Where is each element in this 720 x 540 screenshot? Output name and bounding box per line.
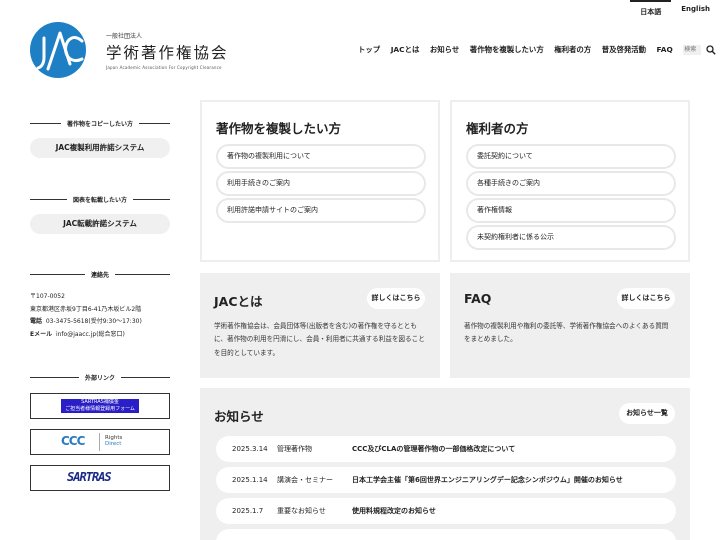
ccc-logo: CCC (61, 434, 85, 448)
jac-reprint-system-button[interactable]: JAC転載許諾システム (30, 214, 170, 234)
lang-ja-link[interactable]: 日本語 (630, 0, 672, 18)
rights-holders-title[interactable]: 権利者の方 (466, 118, 529, 137)
site-logo[interactable]: 一般社団法人 学術著作権協会 Japan Academic Associatio… (30, 22, 229, 78)
banner-divider (99, 433, 100, 451)
copy-users-title[interactable]: 著作物を複製したい方 (216, 118, 341, 137)
news-date: 2025.1.14 (232, 476, 268, 484)
sartras-logo: SARTRAS (67, 470, 112, 484)
sidebar-heading-links: 外部リンク (30, 373, 170, 382)
sidebar-heading-contact: 連絡先 (30, 270, 170, 279)
sidebar-copy-section: 著作物をコピーしたい方 JAC複製利用許諾システム (30, 119, 170, 158)
sidebar-links-section: 外部リンク (30, 373, 170, 382)
copy-link-application-site[interactable]: 利用許諾申請サイトのご案内 (218, 200, 424, 221)
rights-link-procedures[interactable]: 各種手続きのご案内 (468, 173, 674, 194)
news-date: 2025.3.14 (232, 445, 268, 453)
global-nav: トップ JACとは お知らせ 著作物を複製したい方 権利者の方 普及啓発活動 F… (358, 44, 716, 55)
rights-holders-links: 委託契約について 各種手続きのご案内 著作権情報 未契約権利者に係る公示 (468, 146, 674, 248)
jac-logo-icon (30, 22, 86, 78)
logo-english-name: Japan Academic Association For Copyright… (106, 64, 222, 70)
sidebar-heading-copy: 著作物をコピーしたい方 (30, 119, 170, 128)
contact-address: 東京都港区赤坂9丁目6-41乃木坂ビル2階 (30, 305, 142, 313)
nav-item-rights-holders[interactable]: 権利者の方 (554, 44, 591, 55)
rights-link-copyright-info[interactable]: 著作権情報 (468, 200, 674, 221)
contact-email[interactable]: info@jaacc.jp(総合窓口) (56, 331, 125, 338)
news-list-button[interactable]: お知らせ一覧 (619, 403, 675, 424)
copy-users-links: 著作物の複製利用について 利用手続きのご案内 利用許諾申請サイトのご案内 (218, 146, 424, 221)
sartras-form-label: SARTRAS補償金 ご担当者様情報登録用フォーム (61, 399, 139, 413)
about-card: JACとは 詳しくはこちら 学術著作権協会は、会員団体等(出版者を含む)の著作権… (200, 273, 440, 378)
search-box (683, 44, 716, 55)
faq-description: 著作物の複製利用や権利の委託等、学術著作権協会へのよくある質問 をまとめました。 (464, 322, 669, 344)
news-title: お知らせ (214, 409, 264, 424)
contact-email-row: Eメール info@jaacc.jp(総合窓口) (30, 330, 125, 338)
rights-link-contract[interactable]: 委託契約について (468, 146, 674, 167)
nav-item-about[interactable]: JACとは (391, 44, 420, 55)
faq-card: FAQ 詳しくはこちら 著作物の複製利用や権利の委託等、学術著作権協会へのよくあ… (450, 273, 690, 378)
nav-item-top[interactable]: トップ (358, 44, 380, 55)
search-input[interactable] (683, 44, 702, 55)
news-section: お知らせ お知らせ一覧 2025.3.14 管理著作物 CCC及びCLAの管理著… (200, 388, 690, 540)
news-category: 講演会・セミナー (277, 476, 333, 484)
about-title: JACとは (214, 294, 263, 309)
faq-title: FAQ (464, 291, 492, 306)
rightsdirect-logo: Rights Direct (105, 435, 123, 447)
language-switcher: 日本語 English (630, 0, 720, 18)
contact-postal: 〒107-0052 (30, 293, 65, 300)
logo-org-name: 学術著作権協会 (106, 43, 229, 62)
sidebar-reprint-section: 図表を転載したい方 JAC転載許諾システム (30, 195, 170, 234)
nav-item-news[interactable]: お知らせ (430, 44, 459, 55)
copy-link-procedure[interactable]: 利用手続きのご案内 (218, 173, 424, 194)
news-row-partial[interactable] (216, 529, 676, 540)
sartras-form-banner[interactable]: SARTRAS補償金 ご担当者様情報登録用フォーム (30, 393, 170, 419)
copy-link-usage[interactable]: 著作物の複製利用について (218, 146, 424, 167)
news-date: 2025.1.7 (232, 507, 264, 515)
about-more-button[interactable]: 詳しくはこちら (367, 288, 425, 309)
copy-users-card: 著作物を複製したい方 著作物の複製利用について 利用手続きのご案内 利用許諾申請… (200, 100, 440, 262)
news-category: 管理著作物 (277, 445, 312, 453)
contact-info: 〒107-0052 東京都港区赤坂9丁目6-41乃木坂ビル2階 電話 03-34… (30, 291, 170, 341)
news-row[interactable]: 2025.1.14 講演会・セミナー 日本工学会主催「第6回世界エンジニアリング… (216, 467, 676, 493)
sartras-banner[interactable]: SARTRAS (30, 465, 170, 491)
sidebar-heading-reprint: 図表を転載したい方 (30, 195, 170, 204)
about-description: 学術著作権協会は、会員団体等(出版者を含む)の著作権を守るととも に、著作物の利用… (214, 322, 425, 357)
faq-more-button[interactable]: 詳しくはこちら (617, 288, 675, 309)
lang-en-link[interactable]: English (671, 0, 720, 18)
contact-tel[interactable]: 03-3475-5618(受付9:30〜17:30) (46, 318, 142, 325)
news-row[interactable]: 2025.1.7 重要なお知らせ 使用料規程改定のお知らせ (216, 498, 676, 524)
news-headline: 日本工学会主催「第6回世界エンジニアリングデー記念シンポジウム」開催のお知らせ (352, 476, 623, 484)
nav-item-copy-users[interactable]: 著作物を複製したい方 (470, 44, 544, 55)
logo-text: 一般社団法人 学術著作権協会 Japan Academic Associatio… (106, 31, 229, 70)
nav-item-faq[interactable]: FAQ (657, 45, 673, 54)
page: 日本語 English 一般社団法人 学術著作権協会 Japan Academi… (0, 0, 720, 540)
logo-org-type: 一般社団法人 (106, 32, 143, 40)
news-row[interactable]: 2025.3.14 管理著作物 CCC及びCLAの管理著作物の一部価格改定につい… (216, 436, 676, 462)
search-icon[interactable] (706, 44, 716, 55)
contact-tel-row: 電話 03-3475-5618(受付9:30〜17:30) (30, 318, 142, 325)
news-headline: CCC及びCLAの管理著作物の一部価格改定について (352, 445, 516, 453)
sidebar-contact-section: 連絡先 〒107-0052 東京都港区赤坂9丁目6-41乃木坂ビル2階 電話 0… (30, 270, 170, 341)
news-headline: 使用料規程改定のお知らせ (352, 507, 436, 515)
nav-item-awareness[interactable]: 普及啓発活動 (602, 44, 646, 55)
rights-link-public-notice[interactable]: 未契約権利者に係る公示 (468, 227, 674, 248)
news-category: 重要なお知らせ (277, 507, 326, 515)
ccc-rightsdirect-banner[interactable]: CCC Rights Direct (30, 429, 170, 455)
jac-copy-system-button[interactable]: JAC複製利用許諾システム (30, 138, 170, 158)
rights-holders-card: 権利者の方 委託契約について 各種手続きのご案内 著作権情報 未契約権利者に係る… (450, 100, 690, 262)
